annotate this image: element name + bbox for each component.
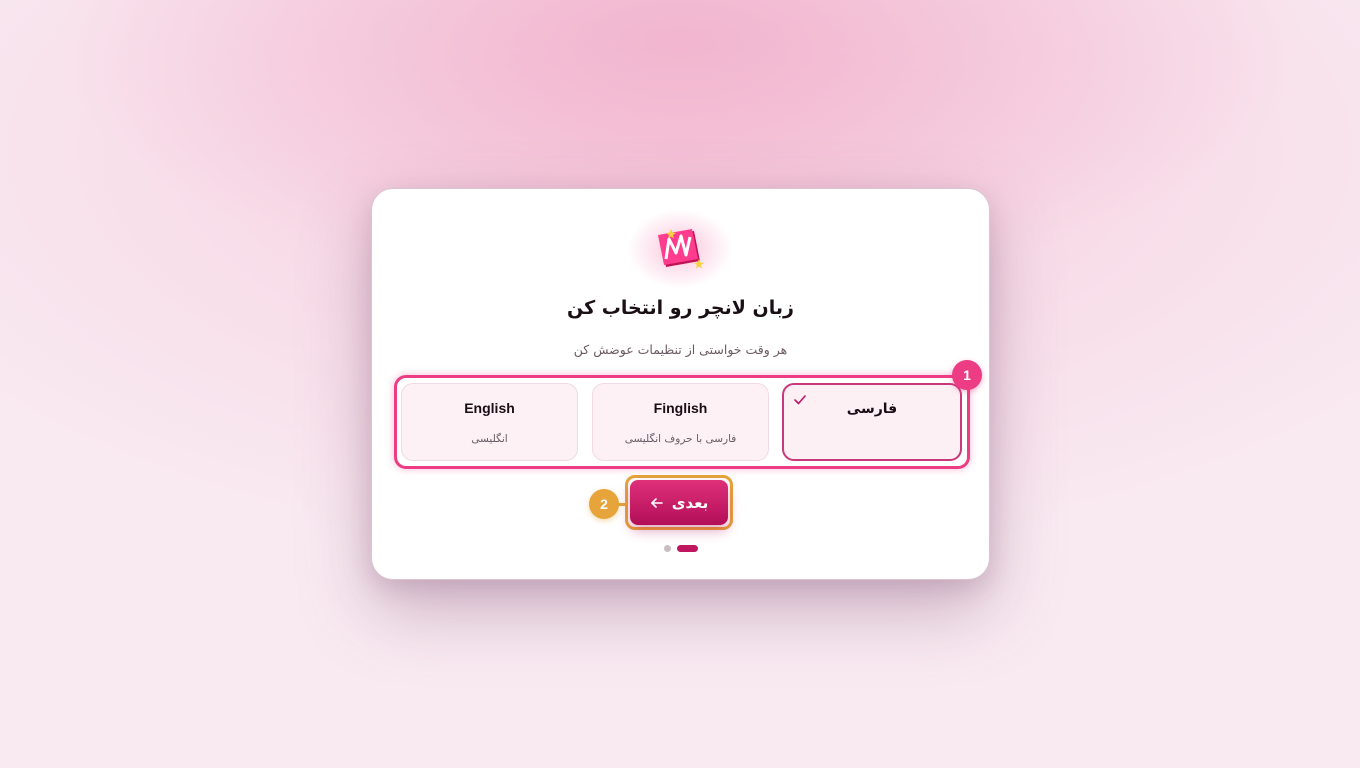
option-label: فارسی [846, 401, 898, 417]
option-farsi[interactable]: فارسی [782, 383, 962, 461]
page-dot-1[interactable] [664, 545, 671, 552]
annotation-badge-2: 2 [589, 489, 619, 519]
dialog-title: زبان لانچر رو انتخاب کن [567, 297, 794, 319]
launcher-logo-icon [658, 229, 704, 269]
annotation-badge-1: 1 [952, 360, 982, 390]
option-sublabel: فارسی با حروف انگلیسی [624, 433, 737, 445]
option-sublabel: انگلیسی [471, 433, 508, 445]
option-english[interactable]: English انگلیسی [401, 383, 578, 461]
page-dot-2-active[interactable] [677, 545, 698, 552]
next-button[interactable]: بعدی [630, 480, 728, 525]
arrow-left-icon [650, 497, 663, 508]
dialog-subtitle: هر وقت خواستی از تنظیمات عوضش کن [573, 342, 788, 357]
language-options-highlight: English انگلیسی Finglish فارسی با حروف ا… [394, 375, 970, 469]
language-dialog: زبان لانچر رو انتخاب کن هر وقت خواستی از… [371, 188, 990, 580]
option-label: English [464, 400, 515, 416]
next-button-label: بعدی [671, 493, 709, 512]
option-label: Finglish [653, 400, 708, 416]
option-finglish[interactable]: Finglish فارسی با حروف انگلیسی [592, 383, 769, 461]
